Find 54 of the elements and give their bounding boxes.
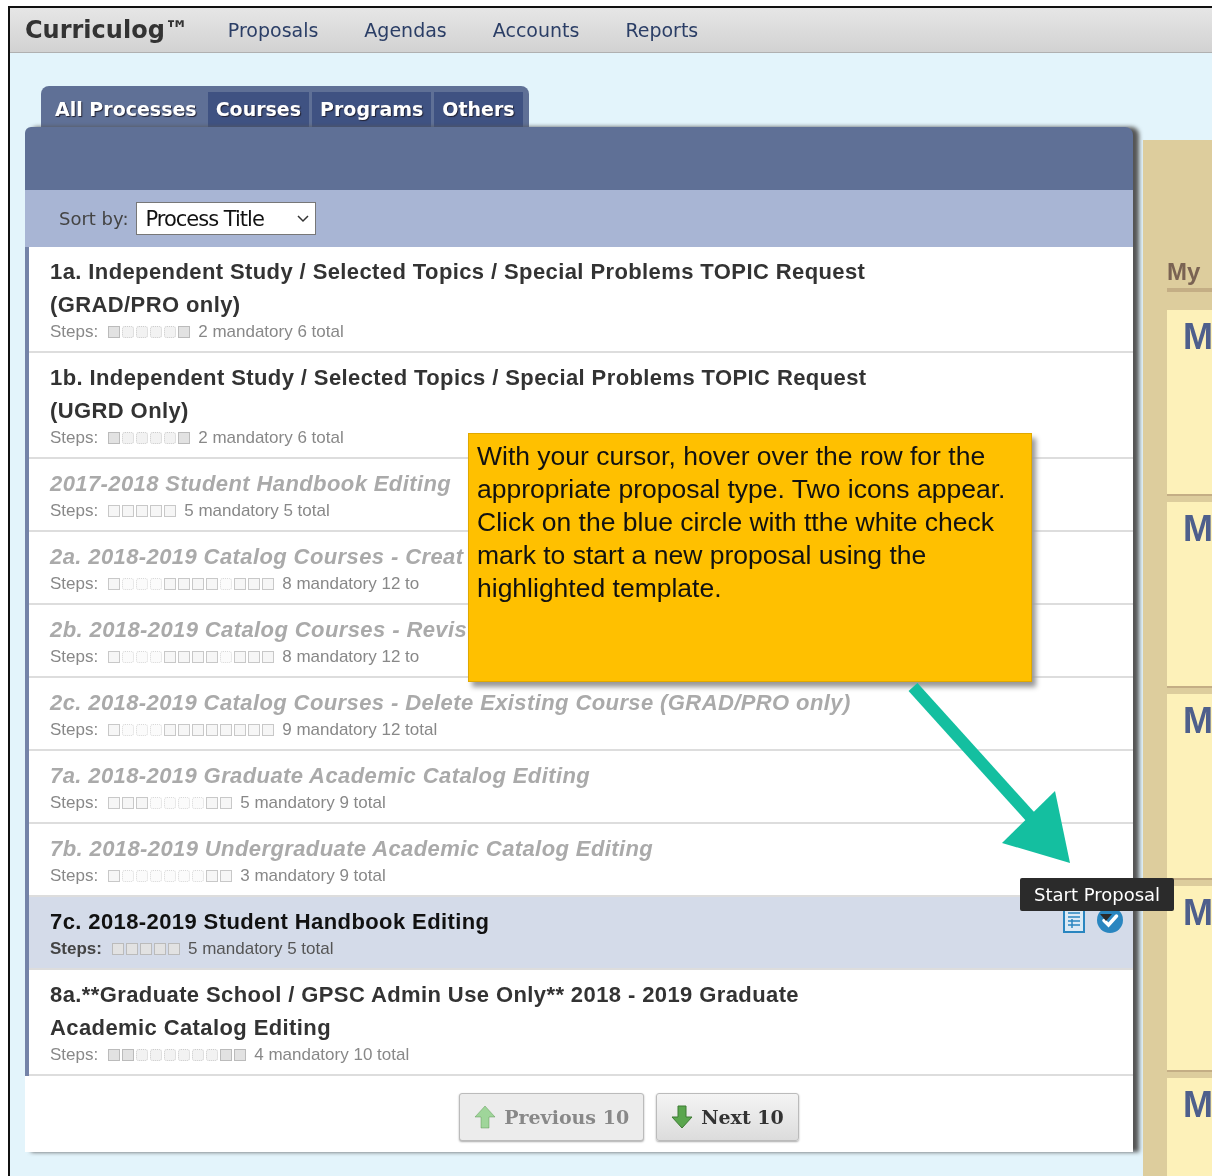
steps-summary: 8 mandatory 12 to	[282, 573, 420, 595]
tooltip: Start Proposal	[1020, 878, 1175, 911]
steps-summary: 8 mandatory 12 to	[282, 646, 420, 668]
tab[interactable]: Courses	[207, 92, 310, 127]
steps-label: Steps:	[50, 719, 99, 741]
sort-label: Sort by:	[59, 208, 129, 229]
proposal-card: M	[1167, 1078, 1212, 1176]
steps-summary: 5 mandatory 5 total	[187, 938, 334, 960]
down-arrow-icon	[671, 1105, 694, 1129]
steps-label: Steps:	[50, 865, 99, 887]
process-title: 2c. 2018-2019 Catalog Courses - Delete Existing Course (GRAD/PRO only)	[50, 689, 851, 717]
tab[interactable]: Others	[434, 92, 523, 127]
proposal-card: M	[1167, 310, 1212, 494]
nav-link[interactable]: Proposals	[204, 19, 342, 41]
steps-label: Steps:	[50, 792, 99, 814]
process-title: 1a. Independent Study / Selected Topics / Special Problems TOPIC Request (GRAD/PRO only)	[50, 258, 867, 319]
proposal-card: M	[1167, 694, 1212, 878]
steps-label: Steps:	[50, 646, 99, 668]
process-title: 7b. 2018-2019 Undergraduate Academic Catalog Editing	[50, 835, 654, 863]
callout-text: Click on the blue circle with tthe white check mark to start a new proposal using the highlighted template.	[477, 506, 995, 605]
up-arrow-icon	[474, 1105, 497, 1129]
process-title: 7c. 2018-2019 Student Handbook Editing	[50, 908, 490, 936]
process-title: 2017-2018 Student Handbook Editing	[50, 470, 452, 498]
process-title: 7a. 2018-2019 Graduate Academic Catalog Editing	[50, 762, 591, 790]
panel-heading: My	[1167, 258, 1212, 292]
steps-label: Steps:	[50, 427, 99, 449]
tab[interactable]: Programs	[312, 92, 432, 127]
steps-summary: 5 mandatory 9 total	[240, 792, 386, 814]
nav-link[interactable]: Reports	[602, 19, 722, 41]
nav-link[interactable]: Agendas	[341, 19, 470, 41]
tooltip-pointer	[1100, 914, 1112, 921]
app-logo: Curriculog™	[25, 16, 189, 44]
steps-label: Steps:	[50, 938, 102, 960]
proposal-card: M	[1167, 502, 1212, 686]
chevron-down-icon	[297, 214, 310, 223]
nav-link[interactable]: Accounts	[469, 19, 603, 41]
page-button[interactable]: Next 10	[656, 1093, 799, 1141]
steps-summary: 3 mandatory 9 total	[240, 865, 386, 887]
process-row[interactable]: 1a. Independent Study / Selected Topics / Special Problems TOPIC Request (GRAD/PRO only) Steps: 2 mandatory 6 total	[29, 247, 1133, 353]
process-title: 1b. Independent Study / Selected Topics / Special Problems TOPIC Request (UGRD Only)	[50, 364, 868, 425]
steps-summary: 5 mandatory 5 total	[184, 500, 330, 522]
steps-summary: 2 mandatory 6 total	[198, 427, 344, 449]
steps-summary: 4 mandatory 10 total	[254, 1044, 410, 1066]
steps-label: Steps:	[50, 1044, 99, 1066]
process-title: 2b. 2018-2019 Catalog Courses - Revis	[50, 616, 468, 644]
steps-label: Steps:	[50, 500, 99, 522]
proposal-card: M	[1167, 886, 1212, 1070]
process-title: 8a.**Graduate School / GPSC Admin Use Only** 2018 - 2019 Graduate Academic Catalog Editing	[50, 981, 800, 1042]
steps-label: Steps:	[50, 321, 99, 343]
sort-dropdown[interactable]: Process Title	[136, 202, 317, 235]
steps-summary: 2 mandatory 6 total	[198, 321, 344, 343]
steps-label: Steps:	[50, 573, 99, 595]
process-title: 2a. 2018-2019 Catalog Courses - Creat	[50, 543, 464, 571]
steps-summary: 9 mandatory 12 total	[282, 719, 438, 741]
